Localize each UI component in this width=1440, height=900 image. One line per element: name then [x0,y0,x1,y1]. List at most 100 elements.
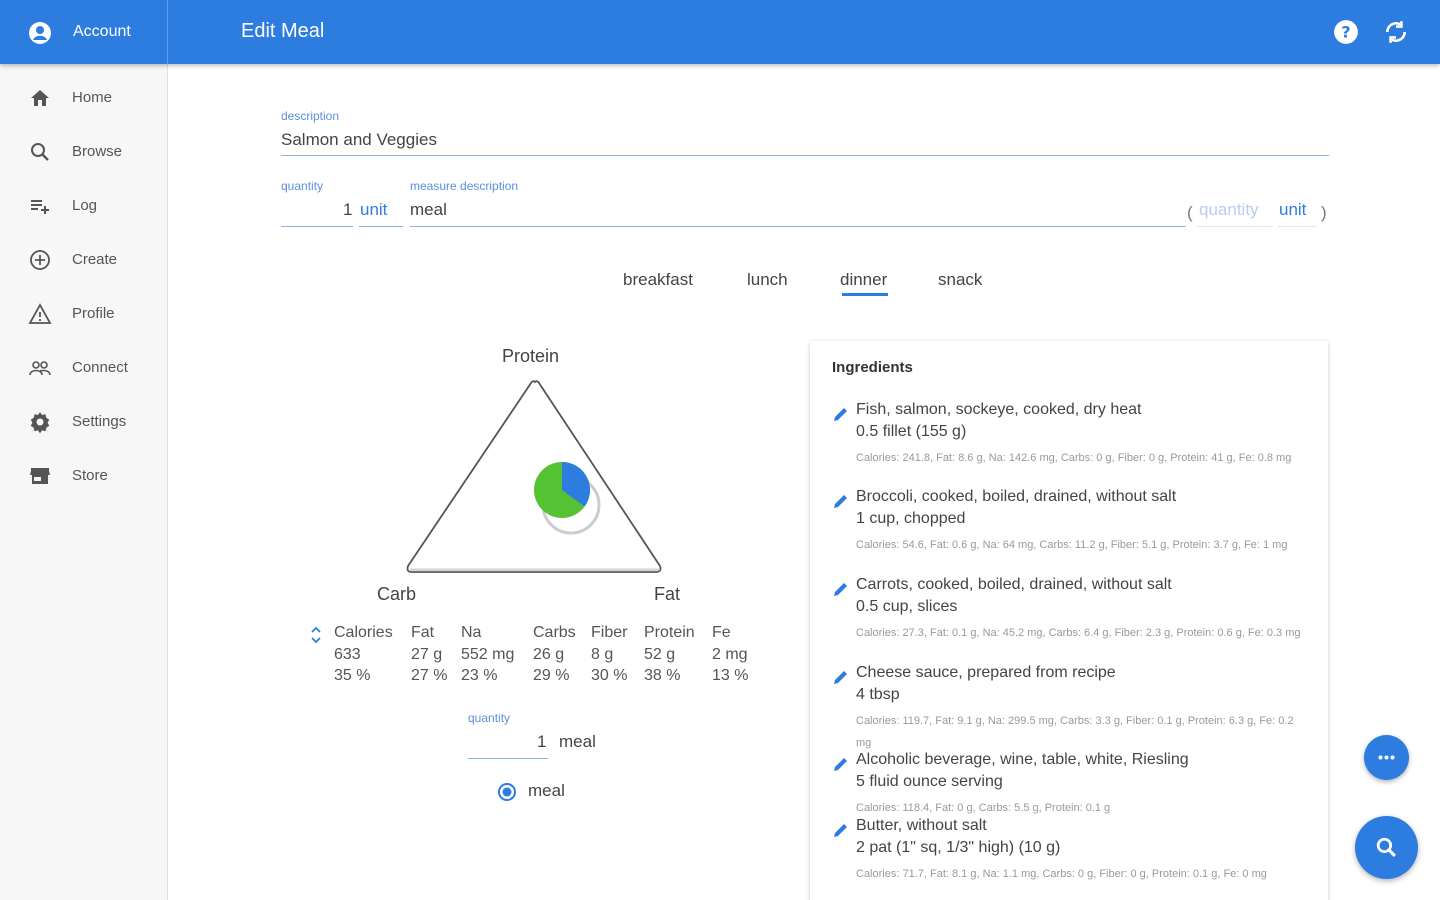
ingredient-detail: Calories: 241.8, Fat: 8.6 g, Na: 142.6 m… [856,452,1292,464]
app-bar: Account Edit Meal ? [0,0,1440,64]
description-input[interactable]: Salmon and Veggies [281,130,437,150]
nutrition-percent: 13 % [712,667,749,684]
nutrition-header: Calories [334,624,393,641]
ingredients-title: Ingredients [832,359,913,376]
more-horizontal-icon [1378,755,1395,760]
measure-description-input[interactable]: meal [410,200,447,220]
quantity-label: quantity [281,179,324,193]
ingredient-name: Alcoholic beverage, wine, table, white, … [856,751,1189,768]
alt-quantity-underline [1197,226,1273,227]
sidebar-item-label: Create [72,251,118,268]
quantity-underline [281,226,353,227]
ingredient-detail: Calories: 71.7, Fat: 8.1 g, Na: 1.1 mg, … [856,868,1267,880]
tab-indicator [842,293,888,296]
alt-quantity-input[interactable]: quantity [1199,200,1259,220]
radio-checked-icon[interactable] [497,782,517,802]
description-underline [281,155,1329,156]
sidebar-item-create[interactable]: Create [0,240,168,280]
sidebar-item-label: Settings [72,413,127,430]
nutrition-percent: 38 % [644,667,681,684]
nutrition-header: Na [461,624,482,641]
warning-triangle-icon [28,303,52,324]
edit-pencil-icon[interactable] [832,580,850,598]
ingredient-detail: Calories: 118.4, Fat: 0 g, Carbs: 5.5 g,… [856,802,1111,814]
sidebar-item-label: Home [72,89,113,106]
nutrition-header: Fiber [591,624,628,641]
tab-dinner[interactable]: dinner [840,270,887,290]
nutrition-amount: 27 g [411,646,443,663]
nutrition-amount: 2 mg [712,646,748,663]
serving-radio-label: meal [528,781,565,800]
ingredient-name: Butter, without salt [856,817,987,834]
tab-lunch[interactable]: lunch [747,270,788,290]
unit-underline [359,226,403,227]
alt-unit-selector[interactable]: unit [1279,200,1306,220]
gear-icon [30,412,50,434]
macro-pie [534,462,590,518]
nutrition-header: Protein [644,624,695,641]
sidebar-item-browse[interactable]: Browse [0,132,168,172]
sync-icon[interactable] [1383,19,1409,45]
sidebar-item-label: Connect [72,359,128,376]
edit-pencil-icon[interactable] [832,492,850,510]
nutrition-header: Carbs [533,624,576,641]
nutrition-percent: 23 % [461,667,498,684]
nutrition-amount: 552 mg [461,646,515,663]
ingredient-name: Broccoli, cooked, boiled, drained, witho… [856,488,1177,505]
paren-open: ( [1187,203,1193,222]
sidebar-item-store[interactable]: Store [0,456,168,496]
serving-unit: meal [559,732,596,751]
people-icon [29,361,51,376]
nutrition-percent: 27 % [411,667,448,684]
nutrition-percent: 29 % [533,667,570,684]
nutrition-amount: 8 g [591,646,614,663]
svg-text:?: ? [1341,22,1350,41]
search-icon [31,143,49,161]
ingredient-name: Cheese sauce, prepared from recipe [856,664,1116,681]
sidebar-item-label: Profile [72,305,115,322]
sidebar-item-label: Browse [72,143,123,160]
sidebar-item-log[interactable]: Log [0,186,168,226]
account-label: Account [73,23,131,40]
ingredient-name: Fish, salmon, sockeye, cooked, dry heat [856,401,1142,418]
nutrition-amount: 52 g [644,646,676,663]
ingredient-measure: 4 tbsp [856,686,900,703]
ingredient-measure: 5 fluid ounce serving [856,773,1003,790]
triangle-outline [406,380,662,573]
playlist-add-icon [31,200,49,214]
sidebar: Home Browse Log Create Profile Connect S… [0,64,168,900]
serving-quantity-input[interactable]: 1 [537,732,546,752]
ingredient-measure: 2 pat (1" sq, 1/3" high) (10 g) [856,839,1061,856]
edit-pencil-icon[interactable] [832,821,850,839]
nutrition-percent: 35 % [334,667,371,684]
more-options-button[interactable] [1364,735,1409,780]
search-fab-button[interactable] [1355,816,1418,879]
sidebar-item-label: Log [72,197,98,214]
serving-quantity-label: quantity [468,711,511,725]
sidebar-item-settings[interactable]: Settings [0,402,168,442]
sort-toggle-icon[interactable] [309,624,323,646]
sidebar-item-label: Store [72,467,108,484]
edit-pencil-icon[interactable] [832,755,850,773]
description-label: description [281,109,340,123]
sidebar-item-home[interactable]: Home [0,78,168,118]
sidebar-item-profile[interactable]: Profile [0,294,168,334]
quantity-input[interactable]: 1 [343,200,352,220]
tab-breakfast[interactable]: breakfast [623,270,693,290]
home-icon [31,90,49,106]
measure-underline [410,226,1186,227]
serving-radio-option[interactable]: meal [497,781,577,803]
edit-pencil-icon[interactable] [832,405,850,423]
nutrition-percent: 30 % [591,667,628,684]
ingredient-measure: 0.5 fillet (155 g) [856,423,967,440]
sidebar-item-connect[interactable]: Connect [0,348,168,388]
help-circle-icon[interactable]: ? [1333,19,1359,45]
page-title: Edit Meal [241,20,325,42]
ingredients-card: Ingredients Fish, salmon, sockeye, cooke… [810,341,1328,900]
unit-selector[interactable]: unit [360,200,387,220]
alt-unit-underline [1277,226,1317,227]
account-button[interactable]: Account [0,0,168,64]
tab-snack[interactable]: snack [938,270,982,290]
edit-pencil-icon[interactable] [832,668,850,686]
nutrition-header: Fat [411,624,435,641]
